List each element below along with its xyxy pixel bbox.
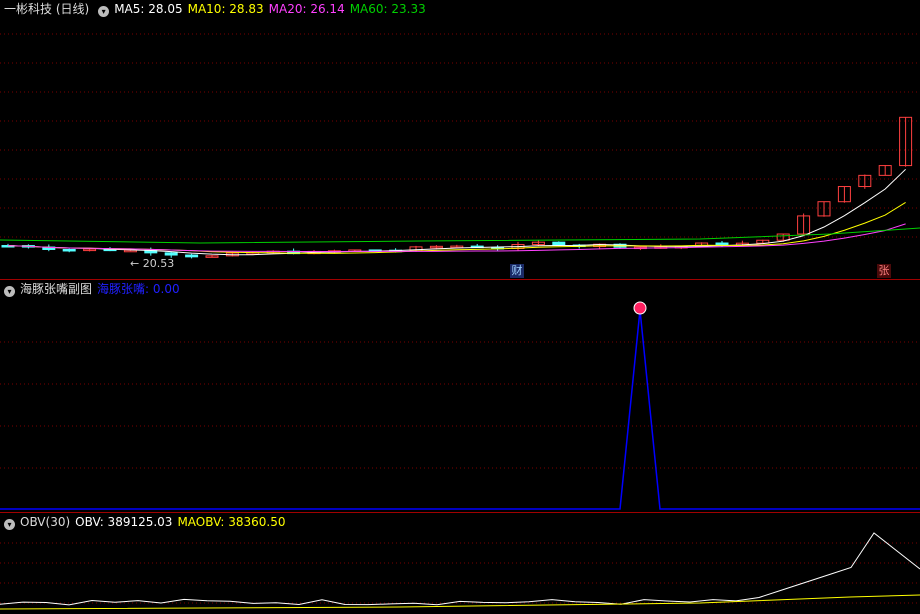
ma60-label: MA60: 23.33 — [349, 2, 426, 16]
price-panel-header: 一彬科技 (日线) ▾ MA5: 28.05 MA10: 28.83 MA20: 26.… — [0, 0, 431, 18]
obv-line — [0, 532, 920, 606]
candle-down — [185, 254, 199, 258]
obv-panel-header: ▾ OBV(30) OBV: 389125.03 MAOBV: 38360.50 — [0, 513, 290, 531]
maobv-value-label: MAOBV: 38360.50 — [177, 515, 286, 529]
candle-down — [164, 252, 178, 256]
signal-marker-icon — [633, 301, 647, 315]
indicator-chart[interactable] — [0, 280, 920, 512]
ma10-label: MA10: 28.83 — [187, 2, 264, 16]
obv-value-label: OBV: 389125.03 — [75, 515, 173, 529]
indicator-line — [0, 309, 920, 510]
obv-panel[interactable]: ▾ OBV(30) OBV: 389125.03 MAOBV: 38360.50 — [0, 513, 920, 614]
obv-title: OBV(30) — [20, 515, 71, 529]
candle-down — [552, 241, 566, 246]
indicator-panel-header: ▾ 海豚张嘴副图 海豚张嘴: 0.00 — [0, 280, 185, 298]
ma20-label: MA20: 26.14 — [268, 2, 345, 16]
settings-chevron-icon[interactable]: ▾ — [98, 6, 110, 17]
candle-down — [715, 242, 729, 246]
ma5-label: MA5: 28.05 — [114, 2, 183, 16]
indicator-series-label: 海豚张嘴: 0.00 — [97, 282, 180, 296]
indicator-panel[interactable]: ▾ 海豚张嘴副图 海豚张嘴: 0.00 — [0, 280, 920, 512]
price-panel[interactable]: 一彬科技 (日线) ▾ MA5: 28.05 MA10: 28.83 MA20: 26.… — [0, 0, 920, 280]
candlestick-chart[interactable] — [0, 0, 920, 280]
finance-badge[interactable]: 财 — [510, 264, 524, 278]
indicator-chevron-icon[interactable]: ▾ — [4, 286, 15, 297]
low-price-marker: ← 20.53 — [130, 257, 175, 270]
maobv-line — [0, 594, 920, 610]
low-price-value: 20.53 — [142, 257, 175, 270]
limit-up-badge[interactable]: 张 — [877, 264, 891, 278]
stock-title: 一彬科技 (日线) — [4, 2, 90, 16]
obv-chevron-icon[interactable]: ▾ — [4, 519, 15, 530]
indicator-title: 海豚张嘴副图 — [20, 282, 93, 296]
candle-down — [62, 248, 76, 252]
